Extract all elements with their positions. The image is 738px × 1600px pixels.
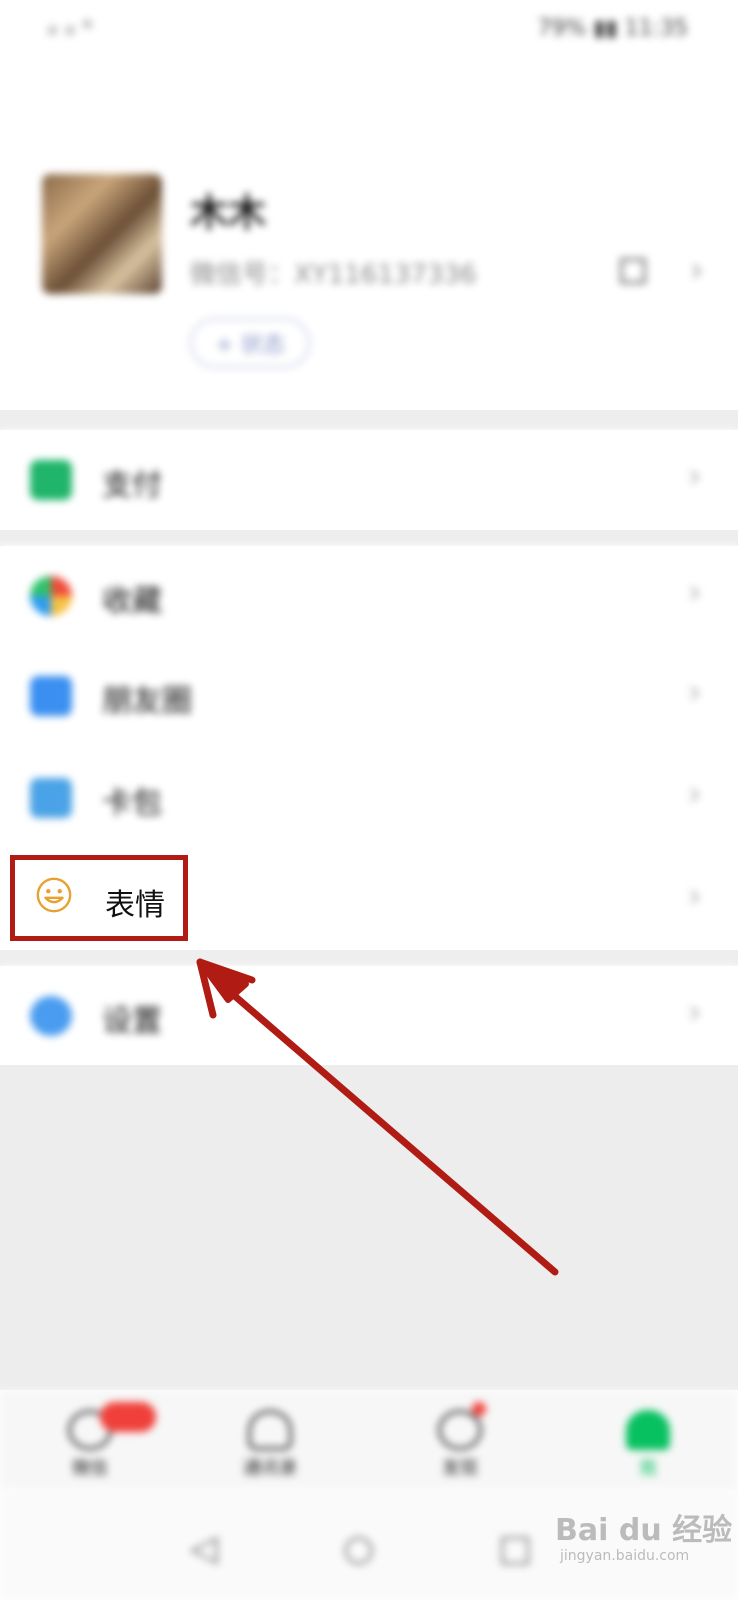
avatar[interactable] <box>42 174 162 294</box>
tab-chats[interactable]: 微信 <box>30 1390 156 1490</box>
tab-label: 通讯录 <box>243 1458 297 1479</box>
person-icon <box>626 1410 670 1450</box>
wechat-id: 微信号：XY116137336 <box>190 260 477 290</box>
menu-item-pay[interactable]: 支付 › <box>0 430 738 530</box>
profile-header[interactable]: 木木 微信号：XY116137336 › + 状态 <box>0 90 738 410</box>
tab-contacts[interactable]: 通讯录 <box>210 1390 330 1490</box>
card-wallet-icon <box>30 778 72 818</box>
menu-item-cards[interactable]: 卡包 › <box>0 748 738 848</box>
chevron-right-icon: › <box>688 876 702 916</box>
empty-area <box>0 1065 738 1390</box>
home-icon[interactable]: ○ <box>343 1528 374 1569</box>
recents-icon[interactable]: □ <box>498 1528 532 1569</box>
back-icon[interactable]: ◁ <box>190 1528 218 1569</box>
battery-time: 79% ▮▮ 11:35 <box>537 16 689 41</box>
add-status-button[interactable]: + 状态 <box>190 318 310 368</box>
menu-item-favorites[interactable]: 收藏 › <box>0 546 738 646</box>
menu-item-label: 设置 <box>102 1004 162 1039</box>
menu-item-moments[interactable]: 朋友圈 › <box>0 646 738 746</box>
chevron-right-icon: › <box>688 456 702 496</box>
section-divider <box>0 530 738 546</box>
chevron-right-icon: › <box>690 250 704 290</box>
smile-icon <box>36 877 72 913</box>
tab-label: 我 <box>639 1458 657 1479</box>
unread-badge <box>100 1402 156 1432</box>
menu-item-label: 支付 <box>102 468 162 503</box>
menu-item-label: 朋友圈 <box>102 684 192 719</box>
highlight-box[interactable]: 表情 <box>10 855 188 941</box>
signal-indicator: ᵢₗ ᵢₗ ⁿ <box>48 16 93 41</box>
moments-icon <box>30 676 72 716</box>
status-bar: ᵢₗ ᵢₗ ⁿ 79% ▮▮ 11:35 <box>0 0 738 60</box>
menu-item-settings[interactable]: 设置 › <box>0 966 738 1066</box>
tab-label: 微信 <box>72 1458 108 1479</box>
tab-me[interactable]: 我 <box>588 1390 708 1490</box>
nickname: 木木 <box>190 191 267 235</box>
favorites-icon <box>30 576 72 616</box>
gear-icon <box>30 996 72 1036</box>
tab-discover[interactable]: 发现 <box>400 1390 520 1490</box>
red-dot-badge <box>472 1402 486 1416</box>
qr-code-icon[interactable] <box>620 258 646 284</box>
section-divider <box>0 410 738 430</box>
tab-label: 发现 <box>442 1458 478 1479</box>
menu-item-label: 收藏 <box>102 584 162 619</box>
watermark-logo: Bai du 经验 <box>555 1513 733 1548</box>
chevron-right-icon: › <box>688 672 702 712</box>
wallet-icon <box>30 460 72 500</box>
compass-icon <box>438 1410 482 1450</box>
chevron-right-icon: › <box>688 992 702 1032</box>
menu-item-label: 卡包 <box>102 786 162 821</box>
section-divider <box>0 950 738 966</box>
chevron-right-icon: › <box>688 572 702 612</box>
bottom-tab-bar: 微信 通讯录 发现 我 <box>0 1390 738 1490</box>
chevron-right-icon: › <box>688 774 702 814</box>
menu-item-label: 表情 <box>105 888 165 923</box>
watermark-url: jingyan.baidu.com <box>560 1548 690 1564</box>
contacts-icon <box>248 1410 292 1450</box>
